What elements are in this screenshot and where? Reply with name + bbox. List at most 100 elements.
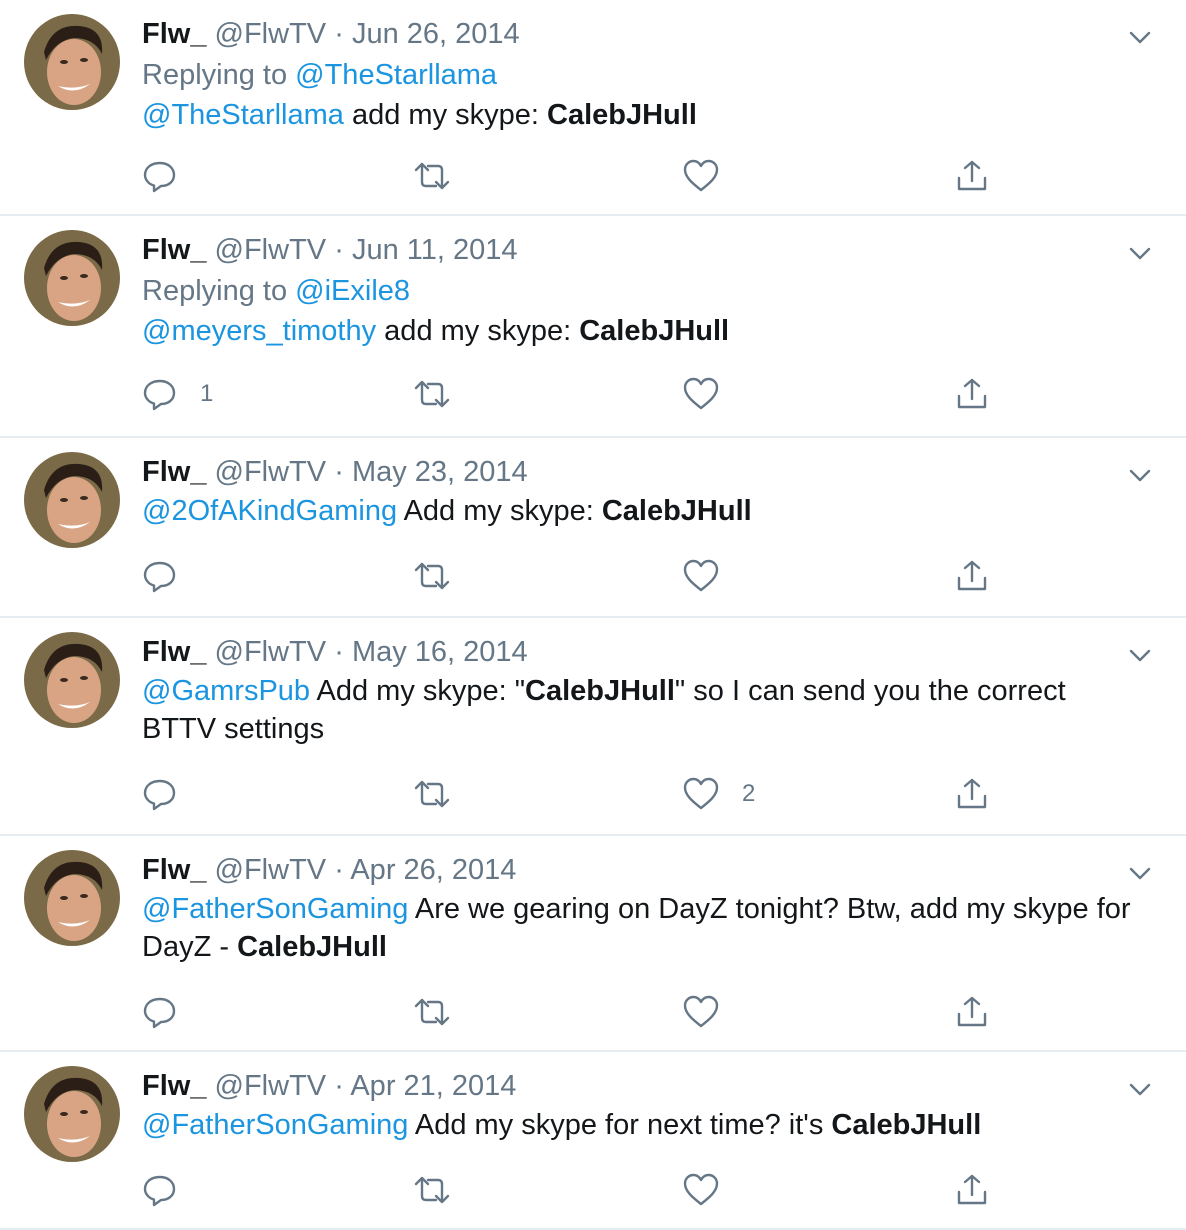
avatar[interactable]	[24, 1066, 120, 1162]
heart-icon	[682, 776, 720, 812]
tweet-actions	[142, 1170, 1146, 1210]
share-button[interactable]	[954, 992, 990, 1032]
avatar[interactable]	[24, 230, 120, 326]
like-button[interactable]	[682, 1170, 742, 1210]
reply-button[interactable]	[142, 774, 200, 814]
mention-link[interactable]: @2OfAKindGaming	[142, 495, 397, 527]
share-button[interactable]	[954, 156, 990, 196]
reply-icon	[142, 1172, 178, 1208]
display-name[interactable]: Flw_	[142, 18, 206, 50]
separator-dot: ·	[334, 456, 344, 488]
bold-text: CalebJHull	[547, 99, 697, 131]
display-name[interactable]: Flw_	[142, 854, 206, 886]
replying-to-link[interactable]: @TheStarllama	[295, 59, 497, 91]
chevron-down-icon[interactable]	[1120, 234, 1160, 274]
share-button[interactable]	[954, 774, 990, 814]
retweet-button[interactable]	[412, 992, 452, 1032]
display-name[interactable]: Flw_	[142, 636, 206, 668]
retweet-button[interactable]	[412, 374, 452, 414]
tweet-text: @FatherSonGaming Add my skype for next t…	[142, 1106, 1146, 1144]
bold-text: CalebJHull	[579, 315, 730, 347]
chevron-down-icon[interactable]	[1120, 636, 1160, 676]
like-button[interactable]	[682, 556, 742, 596]
separator-dot: ·	[334, 234, 344, 266]
mention-link[interactable]: @FatherSonGaming	[142, 893, 408, 925]
mention-link[interactable]: @GamrsPub	[142, 675, 310, 707]
retweet-icon	[412, 376, 452, 412]
user-handle[interactable]: @FlwTV	[215, 636, 327, 668]
user-handle[interactable]: @FlwTV	[215, 18, 327, 50]
reply-count: 1	[200, 380, 214, 407]
tweet-date[interactable]: Jun 11, 2014	[352, 234, 518, 266]
tweet[interactable]: Flw_ @FlwTV · May 16, 2014 @GamrsPub Add…	[0, 618, 1186, 836]
tweet-text: @FatherSonGaming Are we gearing on DayZ …	[142, 890, 1146, 966]
tweet[interactable]: Flw_ @FlwTV · Jun 11, 2014 Replying to @…	[0, 216, 1186, 438]
tweet-text: @GamrsPub Add my skype: "CalebJHull" so …	[142, 672, 1146, 748]
tweet[interactable]: Flw_ @FlwTV · Jun 26, 2014 Replying to @…	[0, 0, 1186, 216]
bold-text: CalebJHull	[237, 931, 387, 963]
retweet-button[interactable]	[412, 156, 452, 196]
chevron-down-icon[interactable]	[1120, 1070, 1160, 1110]
heart-icon	[682, 558, 720, 594]
reply-icon	[142, 776, 178, 812]
like-button[interactable]	[682, 992, 742, 1032]
tweet[interactable]: Flw_ @FlwTV · Apr 26, 2014 @FatherSonGam…	[0, 836, 1186, 1052]
tweet-feed: Flw_ @FlwTV · Jun 26, 2014 Replying to @…	[0, 0, 1186, 1230]
tweet-text: @meyers_timothy add my skype: CalebJHull	[142, 312, 1146, 350]
display-name[interactable]: Flw_	[142, 456, 206, 488]
retweet-icon	[412, 558, 452, 594]
tweet-header: Flw_ @FlwTV · Apr 26, 2014	[142, 850, 1146, 890]
tweet-header: Flw_ @FlwTV · May 16, 2014	[142, 632, 1146, 672]
mention-link[interactable]: @FatherSonGaming	[142, 1109, 408, 1141]
like-button[interactable]: 2	[682, 774, 755, 814]
user-handle[interactable]: @FlwTV	[215, 854, 327, 886]
tweet-date[interactable]: Apr 26, 2014	[350, 854, 516, 886]
share-icon	[954, 776, 990, 812]
tweet-date[interactable]: May 16, 2014	[352, 636, 528, 668]
chevron-down-icon[interactable]	[1120, 456, 1160, 496]
separator-dot: ·	[334, 854, 344, 886]
mention-link[interactable]: @meyers_timothy	[142, 315, 376, 347]
retweet-button[interactable]	[412, 774, 452, 814]
avatar[interactable]	[24, 452, 120, 548]
like-button[interactable]	[682, 374, 742, 414]
reply-button[interactable]: 1	[142, 374, 213, 414]
retweet-button[interactable]	[412, 556, 452, 596]
like-button[interactable]	[682, 156, 742, 196]
text-before: add my skype:	[376, 315, 580, 347]
mention-link[interactable]: @TheStarllama	[142, 99, 344, 131]
avatar[interactable]	[24, 632, 120, 728]
reply-button[interactable]	[142, 156, 200, 196]
avatar[interactable]	[24, 850, 120, 946]
retweet-icon	[412, 994, 452, 1030]
share-button[interactable]	[954, 1170, 990, 1210]
text-before: Add my skype:	[397, 495, 602, 527]
reply-button[interactable]	[142, 556, 200, 596]
retweet-button[interactable]	[412, 1170, 452, 1210]
retweet-icon	[412, 1172, 452, 1208]
tweet-date[interactable]: Jun 26, 2014	[352, 18, 520, 50]
tweet-date[interactable]: Apr 21, 2014	[350, 1070, 516, 1102]
reply-button[interactable]	[142, 1170, 200, 1210]
share-button[interactable]	[954, 556, 990, 596]
display-name[interactable]: Flw_	[142, 234, 206, 266]
user-handle[interactable]: @FlwTV	[215, 234, 327, 266]
user-handle[interactable]: @FlwTV	[215, 456, 327, 488]
avatar[interactable]	[24, 14, 120, 110]
share-icon	[954, 376, 990, 412]
tweet-actions	[142, 556, 1146, 596]
tweet[interactable]: Flw_ @FlwTV · May 23, 2014 @2OfAKindGami…	[0, 438, 1186, 618]
tweet[interactable]: Flw_ @FlwTV · Apr 21, 2014 @FatherSonGam…	[0, 1052, 1186, 1230]
chevron-down-icon[interactable]	[1120, 18, 1160, 58]
replying-to-link[interactable]: @iExile8	[295, 275, 410, 307]
separator-dot: ·	[334, 1070, 344, 1102]
separator-dot: ·	[334, 18, 344, 50]
replying-prefix: Replying to	[142, 59, 296, 91]
share-button[interactable]	[954, 374, 990, 414]
reply-button[interactable]	[142, 992, 200, 1032]
text-before: Add my skype: "	[310, 675, 526, 707]
display-name[interactable]: Flw_	[142, 1070, 206, 1102]
chevron-down-icon[interactable]	[1120, 854, 1160, 894]
user-handle[interactable]: @FlwTV	[215, 1070, 327, 1102]
tweet-date[interactable]: May 23, 2014	[352, 456, 528, 488]
